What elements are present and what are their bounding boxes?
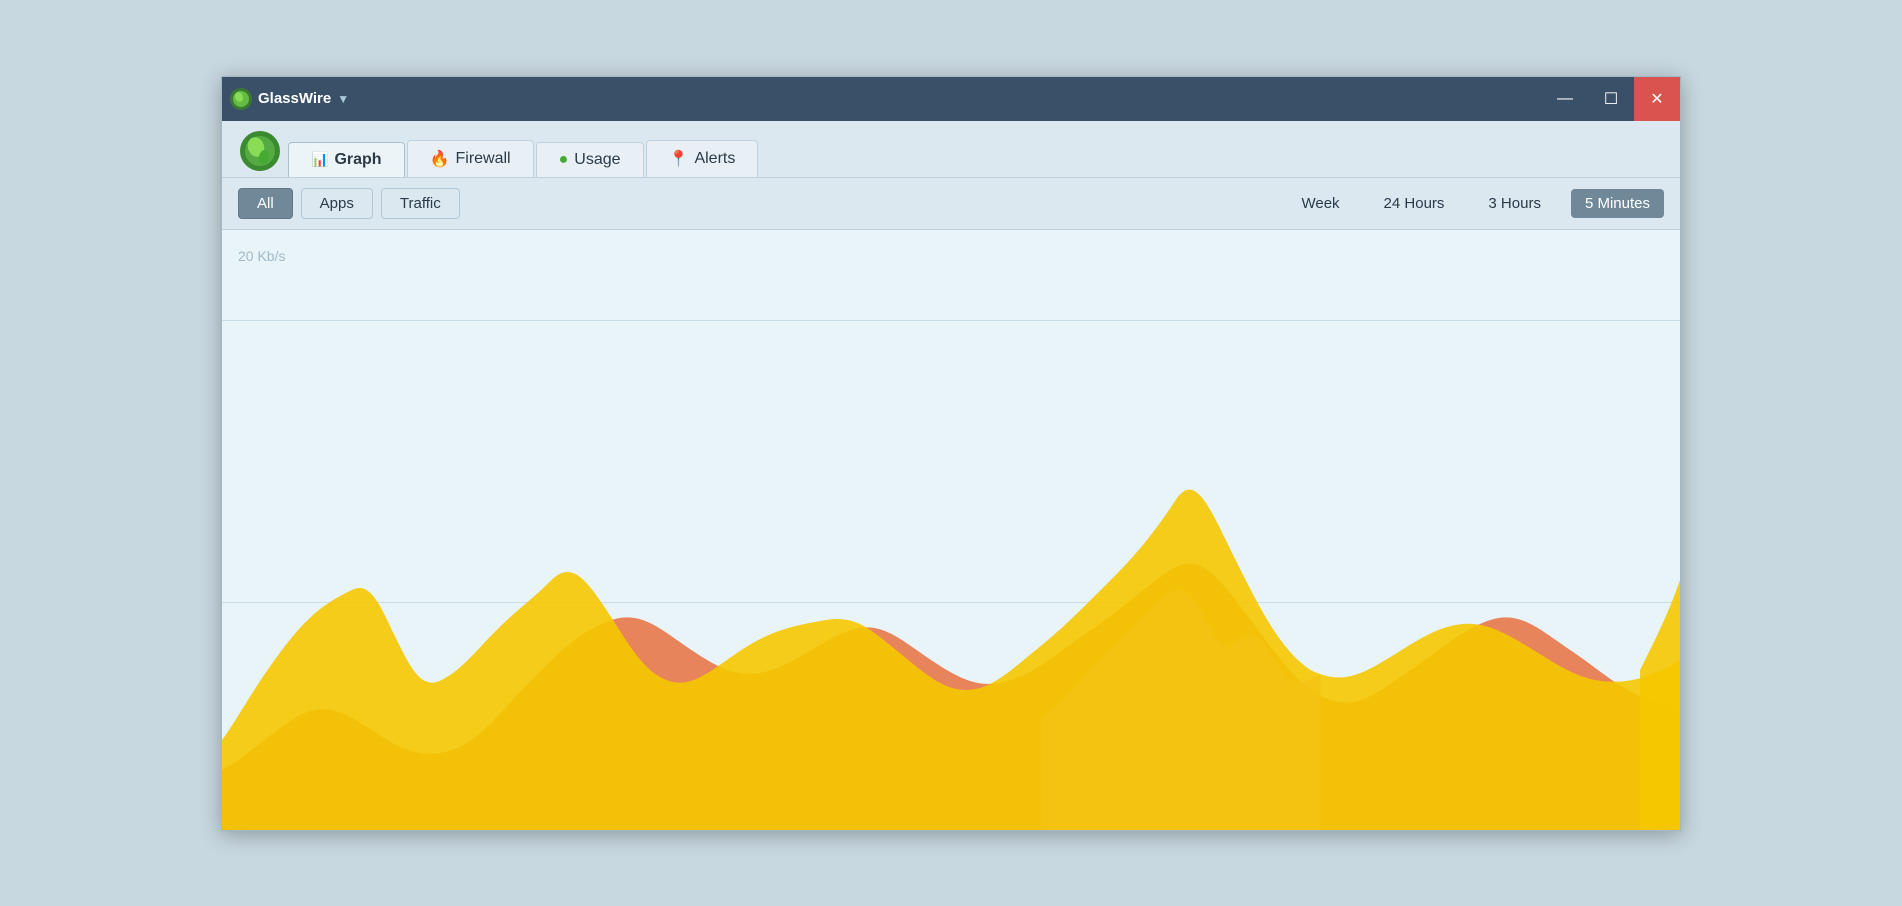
tab-alerts-label: Alerts — [694, 150, 735, 168]
firewall-icon: 🔥 — [430, 149, 450, 169]
window-controls: — ☐ ✕ — [1542, 77, 1680, 121]
maximize-button[interactable]: ☐ — [1588, 77, 1634, 121]
titlebar-left: GlassWire ▼ — [230, 88, 349, 110]
tab-firewall[interactable]: 🔥 Firewall — [407, 140, 534, 177]
time-3h-button[interactable]: 3 Hours — [1474, 189, 1555, 218]
filter-all-button[interactable]: All — [238, 188, 293, 219]
tab-graph-label: Graph — [334, 151, 381, 169]
traffic-chart — [222, 230, 1680, 830]
filter-apps-button[interactable]: Apps — [301, 188, 373, 219]
nav-bar: 📊 Graph 🔥 Firewall ● Usage 📍 Alerts — [222, 121, 1680, 178]
tab-usage[interactable]: ● Usage — [536, 142, 644, 177]
tab-firewall-label: Firewall — [455, 150, 510, 168]
graph-icon: 📊 — [311, 151, 328, 168]
filter-right: Week 24 Hours 3 Hours 5 Minutes — [1287, 189, 1664, 218]
app-logo-icon — [230, 88, 252, 110]
nav-logo-icon — [238, 129, 282, 173]
dropdown-arrow-icon[interactable]: ▼ — [337, 92, 349, 106]
filter-bar: All Apps Traffic Week 24 Hours 3 Hours 5… — [222, 178, 1680, 230]
filter-left: All Apps Traffic — [238, 188, 460, 219]
app-title: GlassWire — [258, 90, 331, 107]
tab-graph[interactable]: 📊 Graph — [288, 142, 405, 177]
tab-usage-label: Usage — [574, 151, 620, 169]
filter-traffic-button[interactable]: Traffic — [381, 188, 460, 219]
alerts-icon: 📍 — [669, 149, 689, 169]
minimize-button[interactable]: — — [1542, 77, 1588, 121]
titlebar: GlassWire ▼ — ☐ ✕ — [222, 77, 1680, 121]
time-week-button[interactable]: Week — [1287, 189, 1353, 218]
usage-icon: ● — [559, 151, 569, 169]
close-button[interactable]: ✕ — [1634, 77, 1680, 121]
chart-area: 20 Kb/s — [222, 230, 1680, 830]
time-24h-button[interactable]: 24 Hours — [1370, 189, 1459, 218]
time-5m-button[interactable]: 5 Minutes — [1571, 189, 1664, 218]
tab-alerts[interactable]: 📍 Alerts — [646, 140, 759, 177]
app-window: GlassWire ▼ — ☐ ✕ 📊 Graph 🔥 Firewall — [221, 76, 1681, 831]
